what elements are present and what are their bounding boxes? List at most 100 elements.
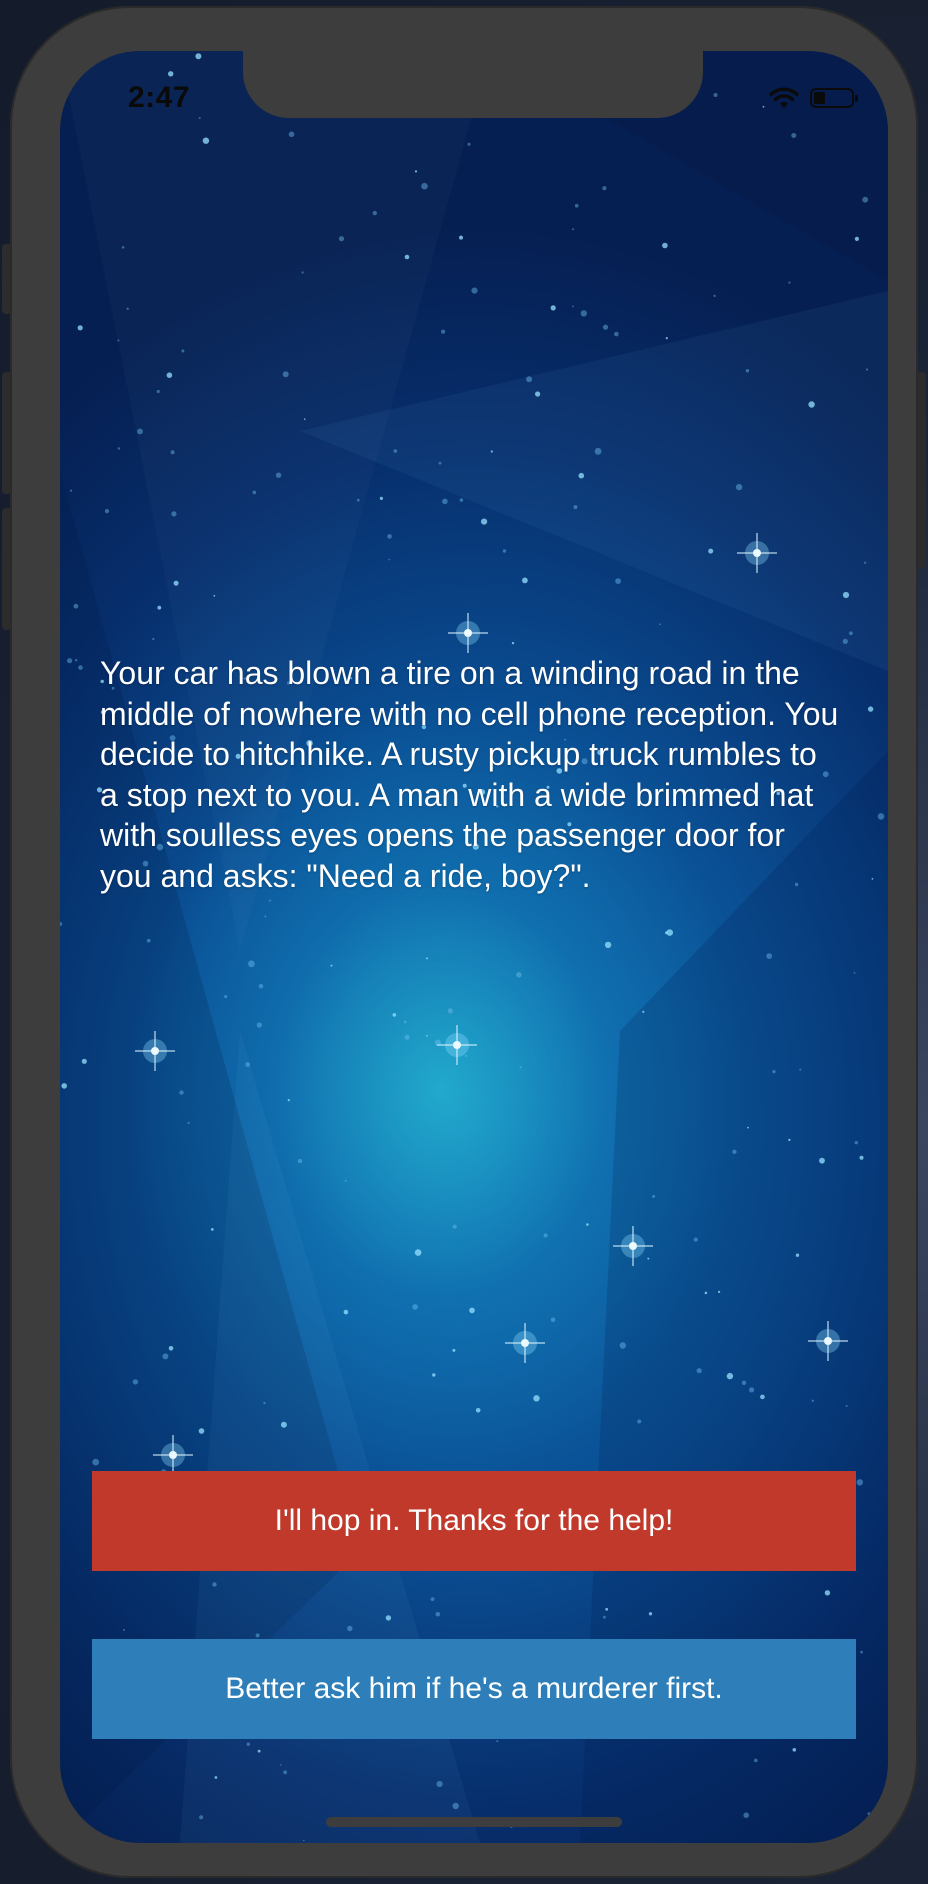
star	[379, 496, 383, 500]
star	[516, 972, 522, 978]
star	[693, 1237, 698, 1242]
star	[117, 447, 121, 450]
star	[862, 196, 869, 203]
star	[519, 1066, 522, 1069]
star	[280, 1764, 282, 1766]
star	[245, 1062, 251, 1067]
star	[795, 1253, 800, 1257]
star	[647, 1257, 650, 1260]
star	[435, 1611, 441, 1617]
star	[867, 706, 874, 712]
star	[853, 972, 856, 974]
home-indicator[interactable]	[326, 1817, 622, 1827]
star	[60, 922, 63, 926]
star	[77, 325, 83, 331]
star	[522, 577, 528, 584]
star	[713, 93, 718, 97]
star	[877, 813, 885, 820]
star	[619, 1342, 626, 1349]
star	[735, 483, 743, 491]
story-text: Your car has blown a tire on a winding r…	[100, 655, 839, 894]
star	[258, 984, 264, 989]
star	[436, 1780, 443, 1788]
star	[849, 631, 853, 636]
star	[78, 665, 83, 670]
star	[869, 59, 872, 62]
star	[181, 349, 185, 353]
star	[747, 1126, 749, 1129]
status-icons	[768, 86, 858, 110]
sparkle-star	[153, 1435, 193, 1475]
star	[842, 638, 848, 645]
star	[170, 450, 175, 455]
star	[168, 71, 174, 77]
status-time: 2:47	[128, 81, 191, 114]
star	[586, 1223, 589, 1226]
star	[372, 210, 377, 216]
star	[754, 1758, 758, 1763]
choice-hop-in-button[interactable]: I'll hop in. Thanks for the help!	[92, 1471, 856, 1571]
star	[481, 518, 488, 525]
star	[471, 287, 478, 294]
star	[745, 369, 750, 373]
wifi-icon	[769, 87, 799, 108]
star	[788, 1138, 791, 1142]
star	[132, 1379, 139, 1385]
star	[666, 929, 673, 936]
star	[637, 1419, 642, 1424]
star	[303, 418, 306, 420]
star	[743, 1812, 749, 1818]
star	[421, 182, 428, 190]
star	[173, 580, 179, 586]
star	[275, 472, 282, 478]
star	[659, 623, 662, 626]
star	[811, 1399, 814, 1403]
star	[535, 391, 541, 397]
star	[580, 310, 587, 317]
star	[859, 1155, 864, 1160]
star	[412, 1304, 418, 1310]
sparkle-star	[437, 1025, 477, 1065]
star	[602, 324, 609, 330]
star	[303, 1839, 305, 1842]
choice-ask-murderer-button[interactable]: Better ask him if he's a murderer first.	[92, 1639, 856, 1739]
star	[708, 548, 714, 554]
star	[732, 1149, 737, 1155]
star	[403, 1020, 407, 1024]
star	[434, 1039, 441, 1046]
star	[214, 1776, 218, 1779]
star	[121, 246, 125, 249]
star	[766, 953, 773, 959]
star	[871, 878, 874, 880]
star	[842, 591, 850, 599]
star	[224, 995, 228, 999]
sparkle-star	[448, 613, 488, 653]
star	[92, 1458, 100, 1466]
star	[157, 605, 162, 610]
star	[856, 1479, 863, 1486]
star	[543, 1233, 548, 1238]
star	[867, 1812, 871, 1816]
star	[741, 1380, 747, 1386]
star	[330, 964, 333, 967]
sparkle-star	[135, 1031, 175, 1071]
star	[490, 450, 493, 453]
star	[257, 1749, 261, 1753]
star	[526, 376, 533, 383]
star	[854, 1141, 858, 1145]
star	[648, 1612, 653, 1616]
star	[791, 133, 797, 138]
star	[726, 1372, 734, 1380]
star	[550, 1317, 556, 1323]
star	[578, 472, 585, 479]
star	[387, 534, 392, 539]
camera-notch	[243, 51, 703, 118]
star	[432, 1373, 436, 1377]
star	[459, 498, 464, 502]
star	[61, 1083, 67, 1089]
sparkle-star	[613, 1226, 653, 1266]
star	[75, 659, 78, 662]
star	[854, 236, 860, 241]
star	[264, 915, 267, 918]
star	[388, 558, 391, 561]
